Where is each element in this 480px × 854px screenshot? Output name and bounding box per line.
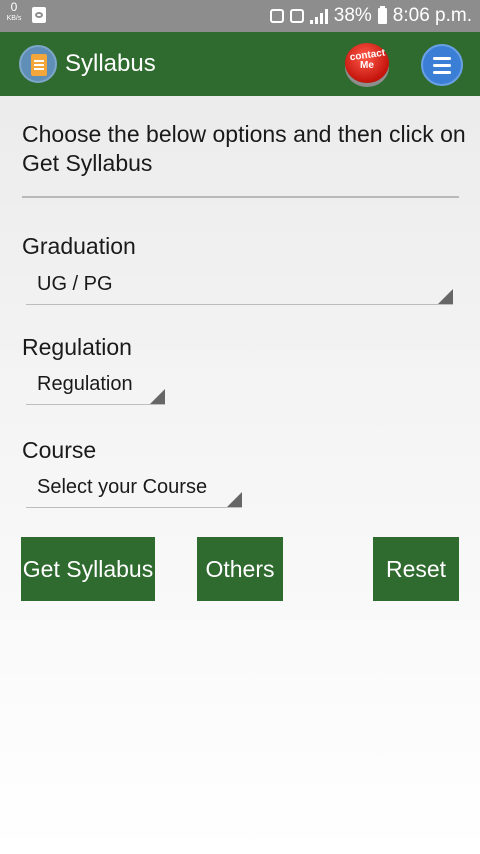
course-label: Course bbox=[22, 437, 97, 463]
regulation-selected-value: Regulation bbox=[37, 373, 133, 395]
graduation-label: Graduation bbox=[22, 233, 136, 259]
course-selected-value: Select your Course bbox=[37, 476, 208, 498]
signal-icon bbox=[309, 8, 328, 24]
graduation-dropdown[interactable]: UG / PG bbox=[26, 270, 453, 305]
get-syllabus-button[interactable]: Get Syllabus bbox=[21, 537, 155, 601]
dropdown-arrow-icon bbox=[150, 389, 165, 404]
battery-percent: 38% bbox=[333, 5, 372, 26]
dropdown-arrow-icon bbox=[438, 289, 453, 304]
reset-button[interactable]: Reset bbox=[373, 537, 459, 601]
app-bar: Syllabus contact Me bbox=[0, 32, 480, 96]
network-speed-unit: KB/s bbox=[6, 15, 22, 22]
graduation-selected-value: UG / PG bbox=[37, 273, 113, 295]
sync-icon bbox=[269, 9, 284, 23]
divider bbox=[22, 196, 459, 198]
syllabus-document-icon bbox=[19, 45, 57, 83]
hamburger-menu-icon[interactable] bbox=[421, 44, 463, 86]
network-speed-value: 0 bbox=[10, 0, 18, 14]
app-title: Syllabus bbox=[65, 50, 156, 77]
instruction-text: Choose the below options and then click … bbox=[22, 121, 466, 176]
no-sim-icon bbox=[289, 9, 304, 23]
status-time: 8:06 p.m. bbox=[392, 5, 472, 26]
battery-icon bbox=[377, 6, 387, 24]
contact-me-button[interactable]: contact Me bbox=[345, 43, 389, 83]
status-bar: 0 KB/s 38% 8:06 p.m. bbox=[0, 0, 480, 32]
course-dropdown[interactable]: Select your Course bbox=[26, 473, 242, 508]
status-right-group: 38% 8:06 p.m. bbox=[269, 0, 472, 32]
network-speed-indicator: 0 KB/s bbox=[4, 0, 24, 23]
dropdown-arrow-icon bbox=[227, 492, 242, 507]
regulation-label: Regulation bbox=[22, 334, 132, 360]
notification-icon bbox=[32, 7, 46, 23]
others-button[interactable]: Others bbox=[197, 537, 283, 601]
regulation-dropdown[interactable]: Regulation bbox=[26, 370, 165, 405]
